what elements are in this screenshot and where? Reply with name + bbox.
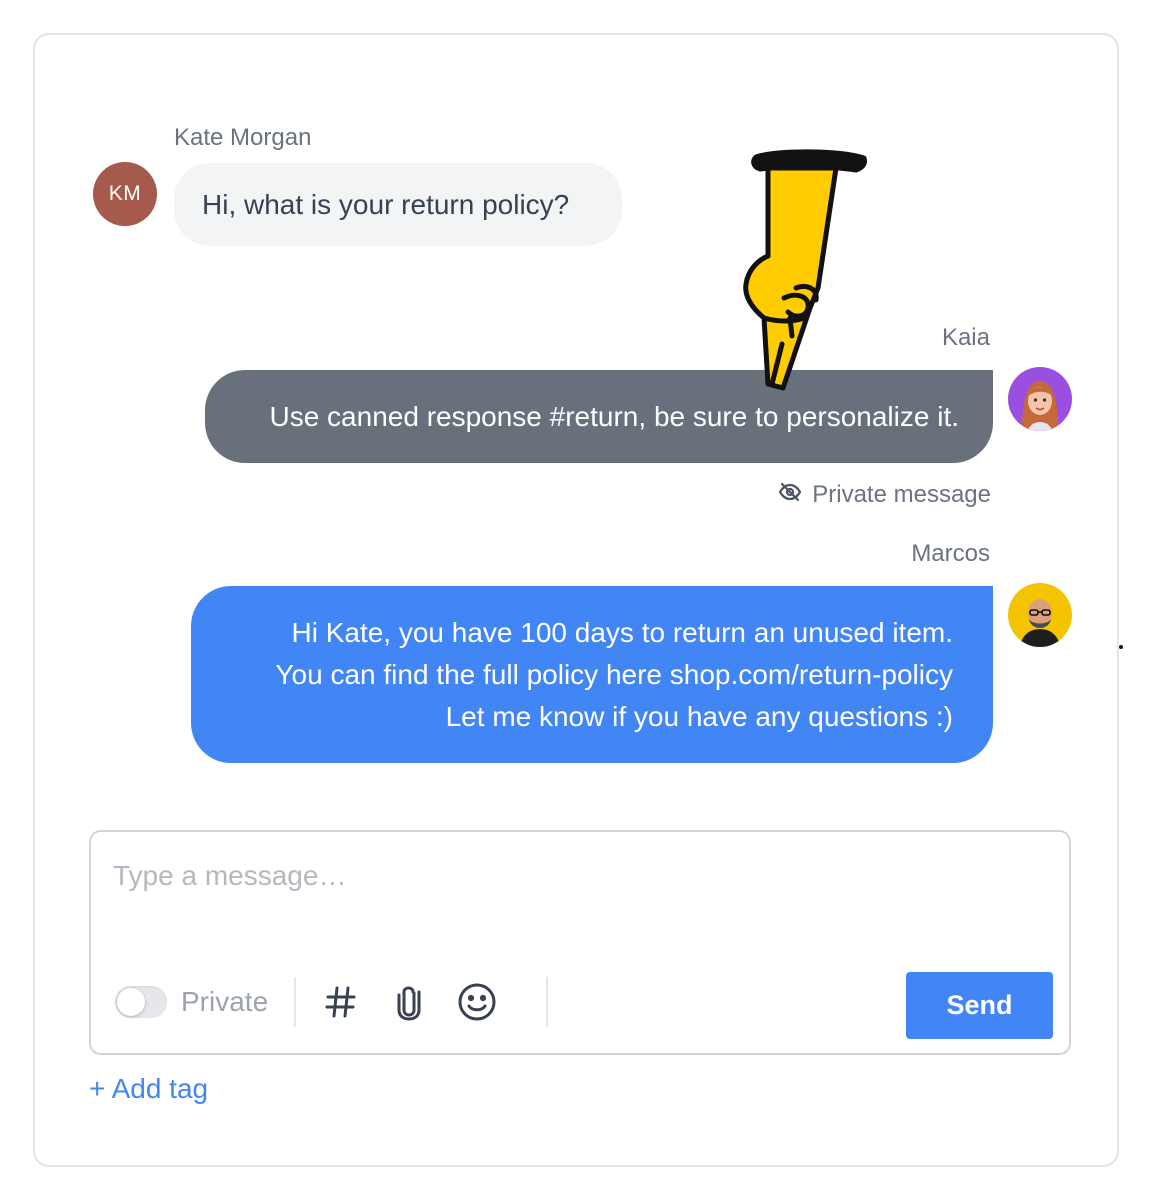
private-toggle[interactable] — [115, 986, 167, 1018]
sender-name-kate: Kate Morgan — [174, 124, 312, 151]
toolbar-divider — [546, 977, 549, 1027]
man-avatar-icon — [1008, 583, 1072, 647]
message-line: Let me know if you have any questions :) — [445, 701, 953, 732]
message-bubble-private: Use canned response #return, be sure to … — [205, 370, 993, 463]
message-bubble-agent: Hi Kate, you have 100 days to return an … — [191, 586, 993, 763]
toolbar-divider — [294, 977, 297, 1027]
avatar-kate: KM — [93, 162, 157, 226]
eye-slash-icon — [778, 480, 802, 511]
message-text: Use canned response #return, be sure to … — [269, 400, 959, 432]
message-line: Hi Kate, you have 100 days to return an … — [291, 617, 953, 648]
composer-toolbar: Private — [115, 974, 549, 1030]
sender-name-marcos: Marcos — [911, 540, 990, 567]
message-line: You can find the full policy here shop.c… — [275, 659, 953, 690]
decorative-dot — [1119, 645, 1123, 649]
private-toggle-label: Private — [181, 986, 269, 1017]
message-bubble-customer: Hi, what is your return policy? — [174, 163, 622, 246]
hashtag-icon[interactable] — [318, 979, 364, 1025]
private-message-note: Private message — [778, 478, 991, 512]
pointing-hand-icon — [738, 148, 870, 393]
sender-name-kaia: Kaia — [941, 324, 990, 351]
add-tag-link[interactable]: + Add tag — [89, 1073, 208, 1105]
message-input[interactable] — [113, 854, 1013, 898]
toggle-knob — [117, 988, 145, 1016]
woman-avatar-icon — [1008, 367, 1072, 431]
private-message-label: Private message — [812, 481, 991, 508]
message-composer: Private Send — [89, 830, 1071, 1055]
paperclip-icon[interactable] — [386, 979, 432, 1025]
emoji-icon[interactable] — [454, 979, 500, 1025]
send-button[interactable]: Send — [906, 972, 1053, 1039]
message-text: Hi, what is your return policy? — [202, 188, 570, 220]
